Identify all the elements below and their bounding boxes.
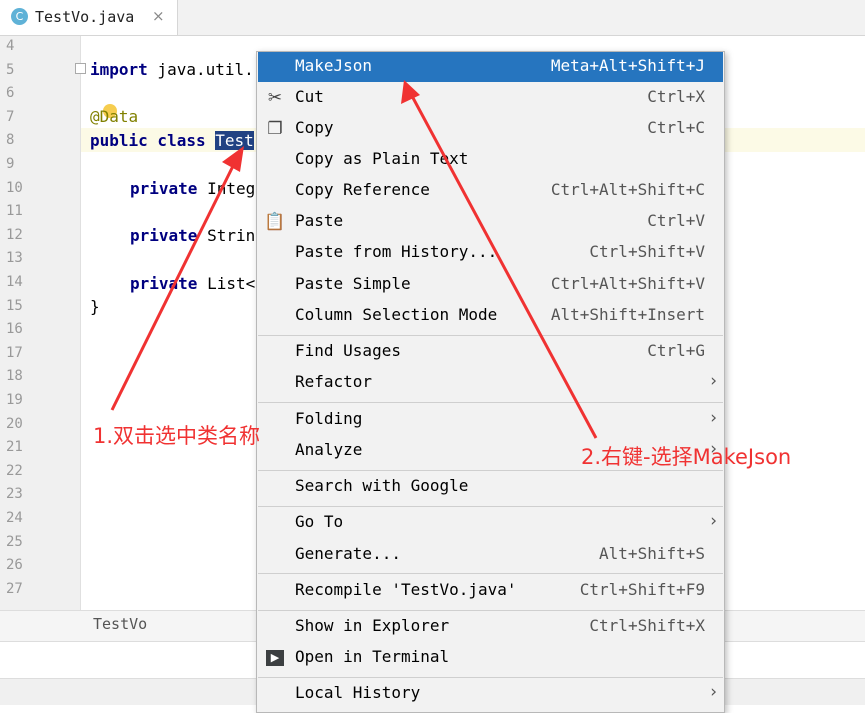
line-number: 16 — [6, 321, 23, 337]
menu-item-local-history[interactable]: Local History › — [258, 679, 723, 709]
clipboard-icon: 📋 — [264, 212, 286, 232]
menu-separator — [258, 335, 723, 336]
menu-item-paste-simple[interactable]: Paste Simple Ctrl+Alt+Shift+V — [258, 270, 723, 300]
menu-item-copy[interactable]: ❐ Copy Ctrl+C — [258, 114, 723, 144]
breadcrumb-item[interactable]: TestVo — [93, 615, 147, 633]
menu-item-makejson[interactable]: MakeJson Meta+Alt+Shift+J — [258, 52, 723, 82]
chevron-right-icon: › — [710, 511, 717, 531]
menu-item-copy-plain-text[interactable]: Copy as Plain Text — [258, 145, 723, 175]
menu-separator — [258, 402, 723, 403]
line-number: 8 — [6, 132, 15, 148]
menu-separator — [258, 506, 723, 507]
selected-class-name[interactable]: Test — [215, 131, 254, 150]
menu-item-column-selection-mode[interactable]: Column Selection Mode Alt+Shift+Insert — [258, 301, 723, 331]
annotation-step-2: 2.右键-选择MakeJson — [581, 445, 792, 469]
menu-item-cut[interactable]: ✂ Cut Ctrl+X — [258, 83, 723, 113]
line-number: 14 — [6, 274, 23, 290]
menu-item-generate[interactable]: Generate... Alt+Shift+S — [258, 540, 723, 570]
line-number: 5 — [6, 62, 15, 78]
line-number: 17 — [6, 345, 23, 361]
code-line-import[interactable]: import java.util. — [90, 60, 254, 79]
line-number: 20 — [6, 416, 23, 432]
line-number: 27 — [6, 581, 23, 597]
line-number: 11 — [6, 203, 23, 219]
line-number: 9 — [6, 156, 15, 172]
menu-item-paste-from-history[interactable]: Paste from History... Ctrl+Shift+V — [258, 238, 723, 268]
java-class-icon: C — [11, 8, 28, 25]
menu-separator — [258, 677, 723, 678]
chevron-right-icon: › — [710, 682, 717, 702]
menu-item-refactor[interactable]: Refactor › — [258, 368, 723, 398]
line-number: 26 — [6, 557, 23, 573]
code-line-class-decl[interactable]: public class Test — [90, 131, 254, 150]
line-number: 19 — [6, 392, 23, 408]
line-number: 18 — [6, 368, 23, 384]
line-number: 21 — [6, 439, 23, 455]
line-number: 10 — [6, 180, 23, 196]
menu-item-search-with-google[interactable]: Search with Google — [258, 472, 723, 502]
code-line-closing-brace[interactable]: } — [90, 297, 100, 316]
line-number: 25 — [6, 534, 23, 550]
line-number: 6 — [6, 85, 15, 101]
editor-context-menu: MakeJson Meta+Alt+Shift+J ✂ Cut Ctrl+X ❐… — [256, 51, 725, 713]
chevron-right-icon: › — [710, 408, 717, 428]
line-number: 4 — [6, 38, 15, 54]
code-line-field-2[interactable]: private Strin — [130, 226, 255, 245]
menu-item-find-usages[interactable]: Find Usages Ctrl+G — [258, 337, 723, 367]
tab-title: TestVo.java — [35, 8, 135, 26]
line-number: 24 — [6, 510, 23, 526]
menu-item-recompile[interactable]: Recompile 'TestVo.java' Ctrl+Shift+F9 — [258, 576, 723, 606]
menu-item-show-in-explorer[interactable]: Show in Explorer Ctrl+Shift+X — [258, 612, 723, 642]
menu-item-paste[interactable]: 📋 Paste Ctrl+V — [258, 207, 723, 237]
menu-separator — [258, 610, 723, 611]
menu-item-folding[interactable]: Folding › — [258, 405, 723, 435]
code-line-field-3[interactable]: private List< — [130, 274, 255, 293]
line-number: 15 — [6, 298, 23, 314]
line-number: 7 — [6, 109, 15, 125]
terminal-icon: ▶ — [266, 650, 284, 666]
copy-icon: ❐ — [267, 119, 283, 139]
line-number: 23 — [6, 486, 23, 502]
line-number: 22 — [6, 463, 23, 479]
code-line-field-1[interactable]: private Integ — [130, 179, 255, 198]
menu-separator — [258, 573, 723, 574]
chevron-right-icon: › — [710, 371, 717, 391]
menu-item-go-to[interactable]: Go To › — [258, 508, 723, 538]
annotation-step-1: 1.双击选中类名称 — [93, 424, 261, 448]
tab-testvo-java[interactable]: C TestVo.java × — [0, 0, 178, 35]
scissors-icon: ✂ — [267, 88, 283, 108]
fold-marker-icon[interactable] — [75, 63, 86, 74]
line-number-gutter: 4 5 6 7 8 9 10 11 12 13 14 15 16 17 18 1… — [0, 36, 81, 610]
menu-item-open-in-terminal[interactable]: ▶ Open in Terminal — [258, 643, 723, 673]
code-line-annotation[interactable]: @Data — [90, 107, 138, 126]
line-number: 12 — [6, 227, 23, 243]
line-number: 13 — [6, 250, 23, 266]
editor-tab-bar: C TestVo.java × — [0, 0, 865, 36]
menu-item-copy-reference[interactable]: Copy Reference Ctrl+Alt+Shift+C — [258, 176, 723, 206]
close-icon[interactable]: × — [152, 7, 165, 25]
